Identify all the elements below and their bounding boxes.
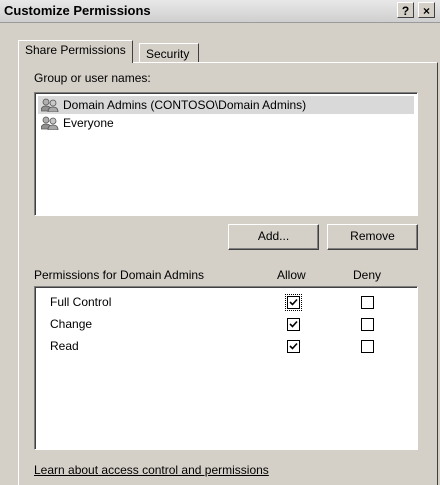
list-item-domain-admins[interactable]: Domain Admins (CONTOSO\Domain Admins) [38,96,414,114]
deny-checkbox-full-control[interactable] [361,296,374,309]
group-users-icon [40,98,59,113]
group-user-names-label: Group or user names: [34,71,151,85]
group-user-list[interactable]: Domain Admins (CONTOSO\Domain Admins) Ev… [34,92,418,216]
permission-row-full-control: Full Control [35,293,417,315]
title-bar[interactable]: Customize Permissions ? × [0,0,440,23]
remove-button[interactable]: Remove [327,224,418,250]
deny-checkbox-change[interactable] [361,318,374,331]
add-button[interactable]: Add... [228,224,319,250]
tab-share-permissions[interactable]: Share Permissions [18,40,133,63]
permission-label: Read [50,339,79,353]
permission-label: Change [50,317,93,331]
list-item-label: Domain Admins (CONTOSO\Domain Admins) [63,98,307,112]
access-control-help-link[interactable]: Learn about access control and permissio… [34,463,269,477]
allow-checkbox-read[interactable] [287,340,300,353]
tab-security[interactable]: Security [139,43,199,63]
group-users-icon [40,116,59,131]
list-item-everyone[interactable]: Everyone [38,114,414,132]
help-button[interactable]: ? [397,2,414,18]
permission-row-change: Change [35,315,417,337]
list-item-label: Everyone [63,116,114,130]
permissions-for-label: Permissions for Domain Admins [34,268,205,282]
close-button[interactable]: × [418,2,435,18]
window-title: Customize Permissions [4,3,151,18]
deny-checkbox-read[interactable] [361,340,374,353]
permissions-list: Full Control Change Read [34,286,418,450]
allow-checkbox-full-control[interactable] [285,294,302,311]
allow-column-header: Allow [277,268,306,282]
permission-label: Full Control [50,295,112,309]
permission-row-read: Read [35,337,417,359]
allow-checkbox-change[interactable] [287,318,300,331]
deny-column-header: Deny [353,268,382,282]
customize-permissions-dialog: Customize Permissions ? × Share Permissi… [0,0,440,485]
